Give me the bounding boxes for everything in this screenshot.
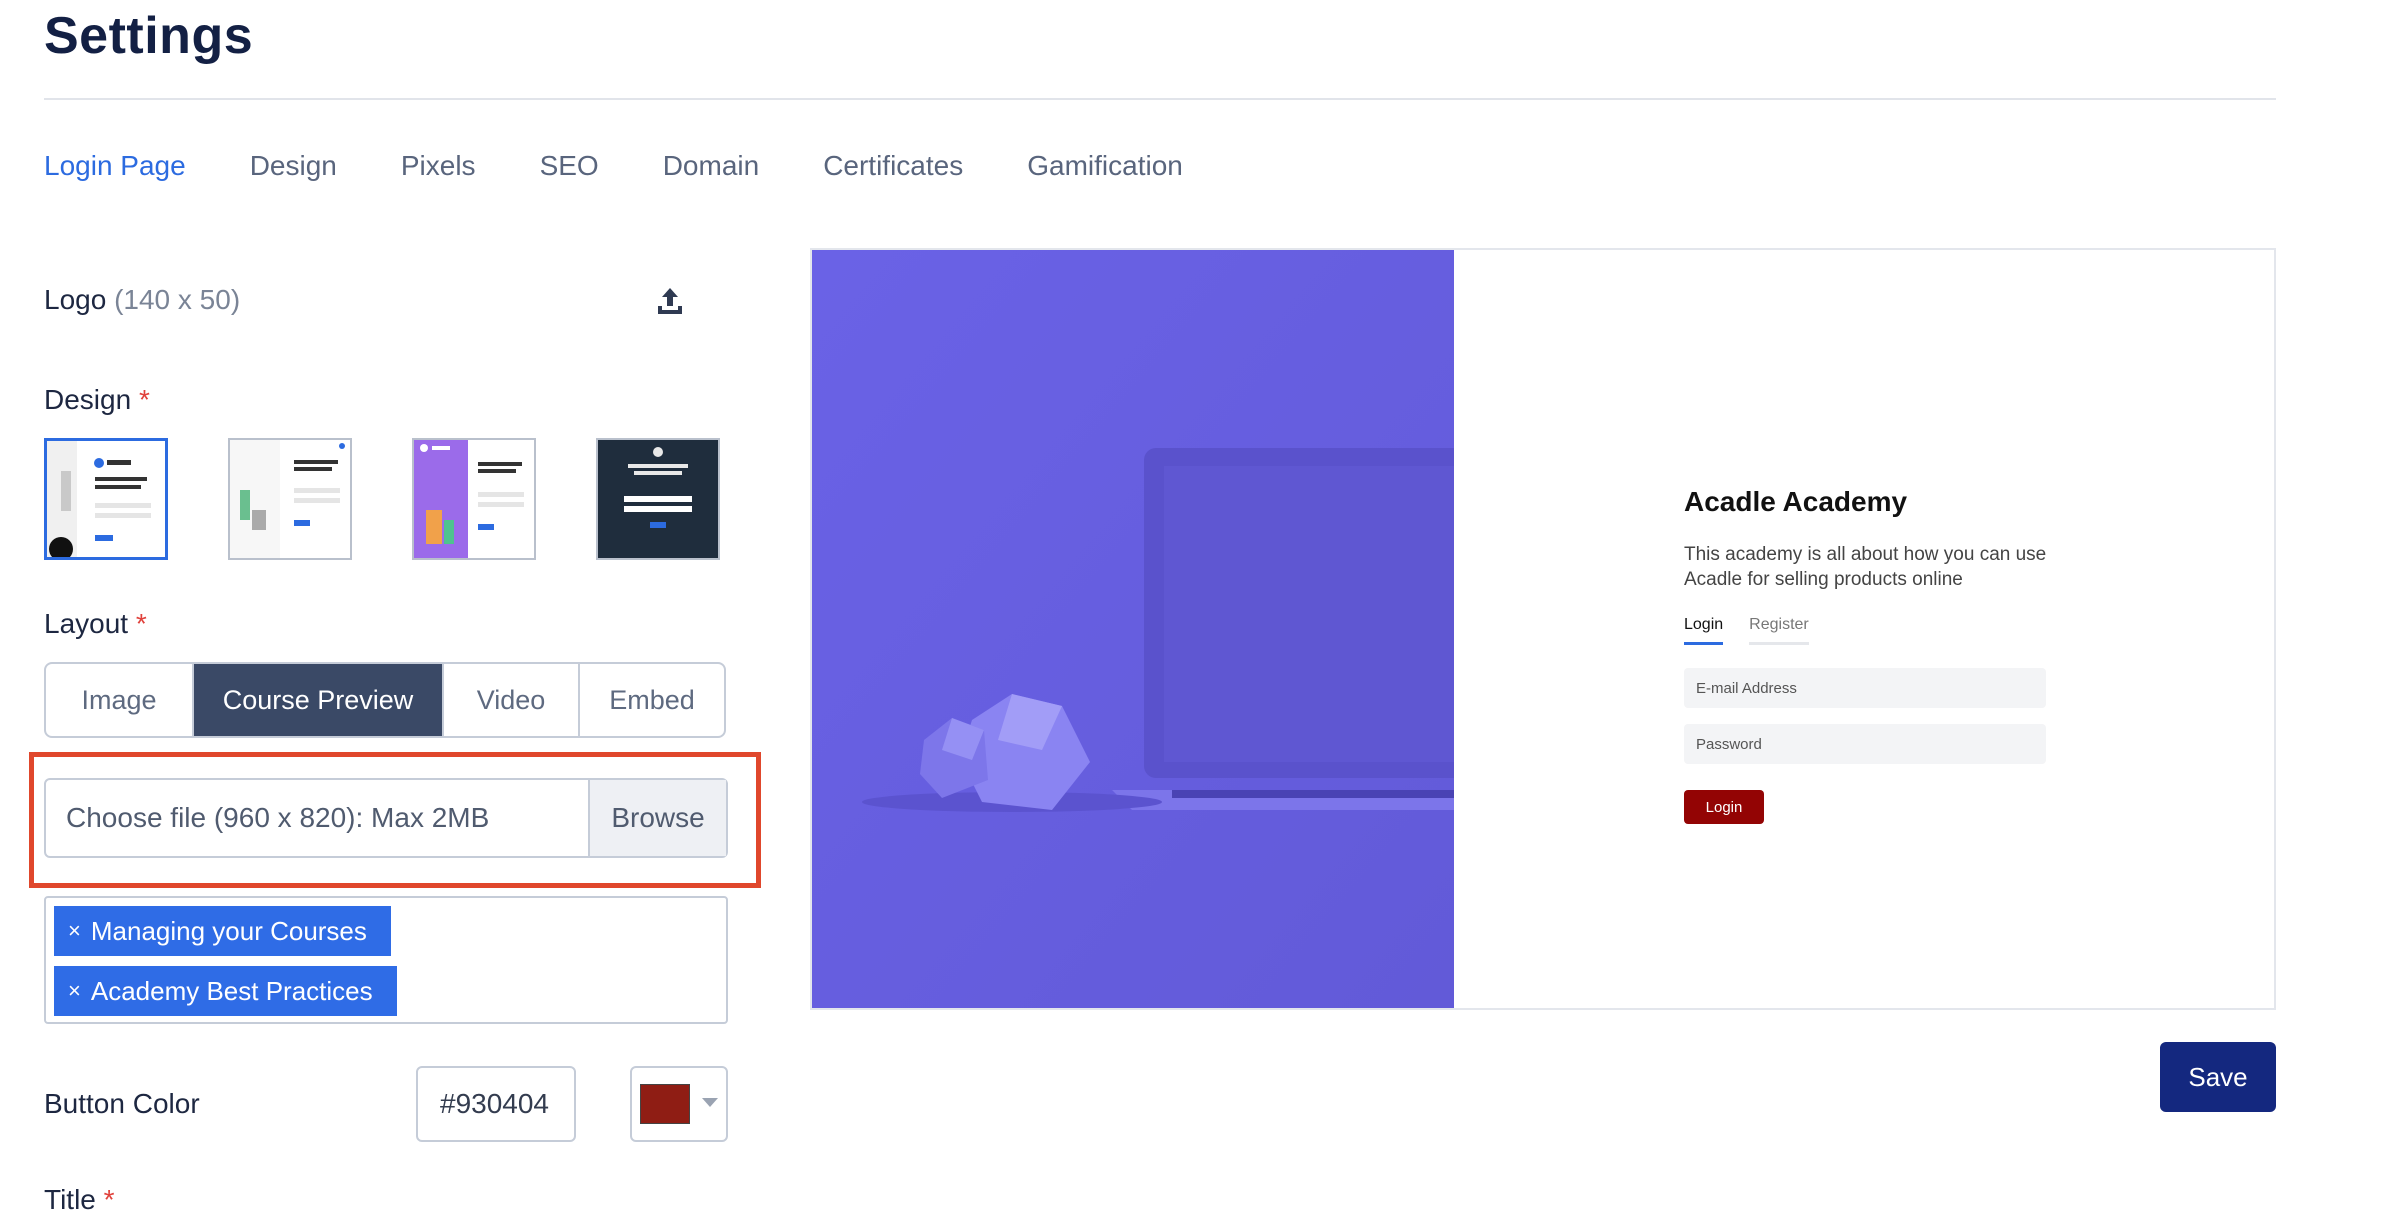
color-picker[interactable] (630, 1066, 728, 1142)
color-swatch (640, 1084, 690, 1124)
logo-label: Logo (140 x 50) (44, 284, 241, 315)
design-thumbnail-1[interactable] (44, 438, 168, 560)
design-label: Design * (44, 384, 150, 415)
page-title: Settings (44, 7, 254, 65)
design-thumbnail-4[interactable] (596, 438, 720, 560)
button-color-input[interactable]: #930404 (416, 1066, 576, 1142)
remove-tag-icon[interactable]: × (68, 918, 81, 944)
preview-tab-login[interactable]: Login (1684, 616, 1724, 645)
tab-domain[interactable]: Domain (663, 150, 759, 190)
save-button[interactable]: Save (2160, 1042, 2276, 1112)
settings-tabs: Login Page Design Pixels SEO Domain Cert… (44, 150, 1247, 190)
button-color-label: Button Color (44, 1088, 200, 1119)
course-tag-label: Academy Best Practices (90, 975, 373, 1006)
preview-email-field[interactable]: E-mail Address (1684, 668, 2046, 708)
layout-label: Layout * (44, 608, 147, 639)
layout-option-video[interactable]: Video (444, 664, 580, 736)
course-tags-input[interactable]: × Managing your Courses × Academy Best P… (44, 896, 728, 1024)
logo-size-hint: (140 x 50) (114, 284, 241, 315)
preview-tab-register[interactable]: Register (1749, 616, 1809, 645)
tab-gamification[interactable]: Gamification (1027, 150, 1183, 190)
preview-academy-title: Acadle Academy (1684, 486, 1908, 517)
tab-design[interactable]: Design (250, 150, 337, 190)
preview-password-field[interactable]: Password (1684, 724, 2046, 764)
chevron-down-icon (702, 1098, 718, 1107)
course-tag: × Managing your Courses (54, 906, 391, 956)
login-preview: Acadle Academy This academy is all about… (810, 248, 2276, 1010)
upload-icon[interactable] (652, 284, 688, 320)
preview-tabs: Login Register (1684, 616, 1835, 645)
file-input-placeholder[interactable]: Choose file (960 x 820): Max 2MB (46, 780, 588, 856)
preview-academy-description: This academy is all about how you can us… (1684, 544, 2047, 590)
browse-button[interactable]: Browse (588, 780, 726, 856)
preview-login-button[interactable]: Login (1684, 790, 1764, 824)
design-thumbnail-2[interactable] (228, 438, 352, 560)
design-thumbnails (44, 438, 780, 560)
course-tag: × Academy Best Practices (54, 966, 397, 1016)
preview-image (812, 250, 1454, 1008)
layout-option-embed[interactable]: Embed (580, 664, 724, 736)
course-tag-label: Managing your Courses (90, 915, 367, 946)
title-divider (44, 98, 2276, 100)
preview-login-panel: Acadle Academy This academy is all about… (1454, 250, 2274, 1008)
tab-seo[interactable]: SEO (540, 150, 599, 190)
file-input[interactable]: Choose file (960 x 820): Max 2MB Browse (44, 778, 728, 858)
layout-option-course-preview[interactable]: Course Preview (194, 664, 444, 736)
design-thumbnail-3[interactable] (412, 438, 536, 560)
tab-certificates[interactable]: Certificates (823, 150, 963, 190)
remove-tag-icon[interactable]: × (68, 978, 81, 1004)
title-label: Title * (44, 1184, 115, 1215)
tab-login-page[interactable]: Login Page (44, 150, 186, 190)
layout-option-image[interactable]: Image (46, 664, 194, 736)
layout-selector: Image Course Preview Video Embed (44, 662, 726, 738)
tab-pixels[interactable]: Pixels (401, 150, 476, 190)
